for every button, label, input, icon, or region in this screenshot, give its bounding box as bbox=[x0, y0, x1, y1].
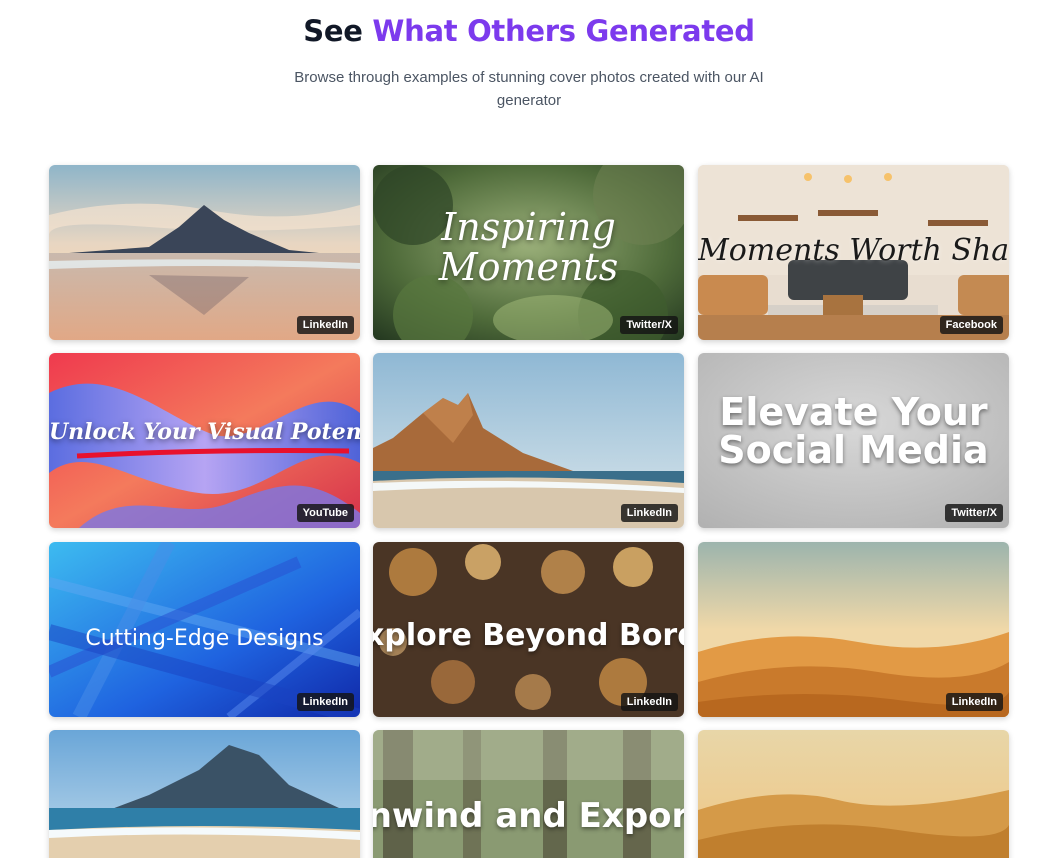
example-card[interactable]: xplore Beyond Borde LinkedIn bbox=[373, 542, 684, 717]
card-image bbox=[49, 165, 360, 340]
card-overlay-text: Inspiring Moments bbox=[438, 205, 619, 289]
example-card[interactable]: Cutting-Edge Designs LinkedIn bbox=[49, 542, 360, 717]
card-image bbox=[49, 730, 360, 858]
card-overlay-text: nwind and Expor bbox=[373, 796, 684, 836]
example-card[interactable]: LinkedIn bbox=[698, 542, 1009, 717]
card-overlay-text: Unlock Your Visual Potential bbox=[49, 419, 360, 445]
example-card[interactable]: nwind and Expor bbox=[373, 730, 684, 858]
platform-badge: LinkedIn bbox=[620, 504, 678, 522]
platform-badge: LinkedIn bbox=[620, 693, 678, 711]
card-overlay-text: Cutting-Edge Designs bbox=[85, 626, 324, 651]
section-subtitle: Browse through examples of stunning cove… bbox=[294, 69, 764, 109]
example-card[interactable] bbox=[698, 730, 1009, 858]
card-overlay-text: xplore Beyond Borde bbox=[373, 618, 684, 653]
example-card[interactable] bbox=[49, 730, 360, 858]
example-card[interactable]: Elevate Your Social Media Twitter/X bbox=[698, 353, 1009, 528]
section-title: See What Others Generated bbox=[0, 14, 1044, 48]
card-overlay-text: Elevate Your Social Media bbox=[718, 390, 989, 472]
title-accent: What Others Generated bbox=[372, 14, 755, 48]
platform-badge: LinkedIn bbox=[296, 693, 354, 711]
platform-badge: Facebook bbox=[939, 316, 1003, 334]
platform-badge: Twitter/X bbox=[620, 316, 678, 334]
title-plain: See bbox=[303, 14, 363, 48]
card-image bbox=[698, 542, 1009, 717]
card-overlay-text: Moments Worth Sharing bbox=[698, 233, 1009, 268]
platform-badge: LinkedIn bbox=[296, 316, 354, 334]
example-card[interactable]: Moments Worth Sharing Facebook bbox=[698, 165, 1009, 340]
card-image bbox=[373, 353, 684, 528]
platform-badge: YouTube bbox=[296, 504, 354, 522]
platform-badge: LinkedIn bbox=[945, 693, 1003, 711]
example-card[interactable]: Unlock Your Visual Potential YouTube bbox=[49, 353, 360, 528]
example-card[interactable]: LinkedIn bbox=[373, 353, 684, 528]
example-card[interactable]: LinkedIn bbox=[49, 165, 360, 340]
card-image bbox=[373, 730, 684, 858]
platform-badge: Twitter/X bbox=[945, 504, 1003, 522]
card-image bbox=[698, 730, 1009, 858]
example-card[interactable]: Inspiring Moments Twitter/X bbox=[373, 165, 684, 340]
